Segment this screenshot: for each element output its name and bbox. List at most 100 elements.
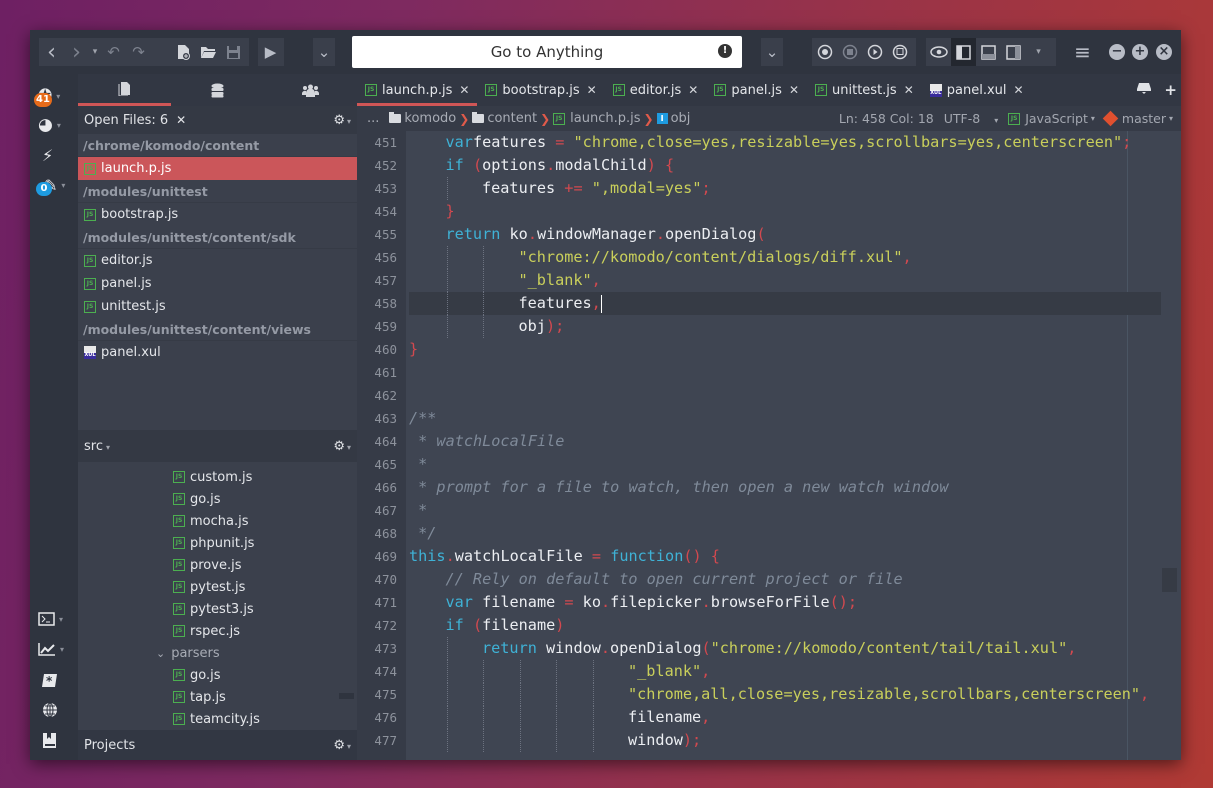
editor-tab[interactable]: JS panel.js ✕ xyxy=(706,74,807,106)
breadcrumb-ellipsis[interactable]: ... xyxy=(367,111,379,126)
save-macro-icon[interactable] xyxy=(887,38,912,66)
breadcrumb-content[interactable]: content xyxy=(472,111,537,126)
open-files-settings-button[interactable]: ⚙ ▾ xyxy=(333,113,351,128)
right-pane-toggle-icon[interactable] xyxy=(1001,38,1026,66)
js-file-icon: JS xyxy=(714,84,727,96)
breadcrumb-file[interactable]: JS launch.p.js xyxy=(553,111,641,126)
chevron-down-icon[interactable]: ⌄ xyxy=(156,647,165,660)
close-tab-icon[interactable]: ✕ xyxy=(789,83,799,97)
close-tab-icon[interactable]: ✕ xyxy=(1014,83,1024,97)
open-file-name: unittest.js xyxy=(101,299,166,314)
project-settings-button[interactable]: ⚙ ▾ xyxy=(333,439,351,454)
stop-macro-icon[interactable] xyxy=(837,38,862,66)
close-tab-icon[interactable]: ✕ xyxy=(587,83,597,97)
layout-dropdown-icon[interactable]: ▾ xyxy=(1026,38,1051,66)
close-window-icon[interactable]: × xyxy=(1156,44,1172,60)
line-number: 477 xyxy=(374,733,397,748)
tree-file[interactable]: JS custom.js xyxy=(173,466,252,488)
chevron-down-icon[interactable]: ⌄ xyxy=(313,38,335,66)
project-root-dropdown[interactable]: src ▾ xyxy=(84,439,110,454)
language-dropdown[interactable]: JS JavaScript ▾ xyxy=(1008,111,1095,126)
globe-button[interactable]: ◕ ▾ xyxy=(38,114,74,136)
projects-settings-button[interactable]: ⚙ ▾ xyxy=(333,738,351,753)
code-line: 456 "chrome://komodo/content/dialogs/diff… xyxy=(357,246,1181,269)
tree-file[interactable]: JS teamcity.js xyxy=(173,708,260,730)
chart-button[interactable]: ▾ xyxy=(38,638,74,660)
tab-database[interactable] xyxy=(171,74,264,106)
record-macro-icon[interactable] xyxy=(812,38,837,66)
save-icon[interactable] xyxy=(221,38,246,66)
code-line: 452 if (options.modalChild) { xyxy=(357,154,1181,177)
new-tab-icon[interactable]: + xyxy=(1164,81,1177,99)
editor-tab[interactable]: JS bootstrap.js ✕ xyxy=(477,74,604,106)
project-tree-scrollbar[interactable] xyxy=(339,693,354,699)
warning-icon[interactable]: ! xyxy=(718,44,732,58)
tab-actions: + xyxy=(1136,81,1177,99)
code-token: return xyxy=(445,225,501,243)
back-icon[interactable]: ‹ xyxy=(39,38,64,66)
line-text: return ko.windowManager.openDialog( xyxy=(409,223,1161,246)
code-line: 468 */ xyxy=(357,522,1181,545)
tab-collaboration[interactable] xyxy=(264,74,357,106)
tree-file[interactable]: JS prove.js xyxy=(173,554,241,576)
open-folder-icon[interactable] xyxy=(196,38,221,66)
close-tab-icon[interactable]: ✕ xyxy=(688,83,698,97)
scc-button[interactable]: ✎ 0 ▾ xyxy=(36,174,74,196)
redo-icon[interactable]: ↷ xyxy=(126,38,151,66)
maximize-icon[interactable]: + xyxy=(1132,44,1148,60)
tree-file[interactable]: JS phpunit.js xyxy=(173,532,254,554)
tree-file[interactable]: JS go.js xyxy=(173,488,221,510)
tree-file[interactable]: JS tap.js xyxy=(173,686,226,708)
code-token: features xyxy=(482,179,565,197)
new-file-icon[interactable] xyxy=(171,38,196,66)
open-file-item[interactable]: JS unittest.js xyxy=(78,295,357,318)
bottom-pane-toggle-icon[interactable] xyxy=(976,38,1001,66)
close-tab-icon[interactable]: ✕ xyxy=(904,83,914,97)
open-file-item[interactable]: JS bootstrap.js xyxy=(78,203,357,226)
tree-file[interactable]: JS go.js xyxy=(173,664,221,686)
preview-eye-icon[interactable] xyxy=(926,38,951,66)
run-icon[interactable]: ▶ xyxy=(258,38,283,66)
line-code: this.watchLocalFile = function() { xyxy=(409,545,720,568)
hamburger-menu-icon[interactable]: ≡ xyxy=(1070,38,1095,66)
breadcrumb-komodo[interactable]: komodo xyxy=(383,111,456,126)
line-number: 457 xyxy=(374,273,397,288)
left-pane-toggle-icon[interactable] xyxy=(951,38,976,66)
tree-folder[interactable]: ⌄ parsers xyxy=(156,642,220,664)
branch-dropdown[interactable]: master ▾ xyxy=(1102,110,1173,127)
open-file-item[interactable]: JS editor.js xyxy=(78,249,357,272)
open-file-item[interactable]: XUL panel.xul xyxy=(78,341,357,364)
tab-open-files[interactable] xyxy=(78,74,171,106)
editor-tab[interactable]: JS editor.js ✕ xyxy=(605,74,707,106)
code-line: 461 xyxy=(357,361,1181,384)
code-editor[interactable]: 451 varfeatures = "chrome,close=yes,resiz… xyxy=(357,131,1181,760)
history-dropdown-icon[interactable]: ▾ xyxy=(89,38,101,66)
snippet-button[interactable]: * xyxy=(38,669,74,691)
close-all-icon[interactable]: ✕ xyxy=(176,113,186,127)
goto-anything-input[interactable]: Go to Anything ! xyxy=(352,36,742,68)
tab-list-icon[interactable] xyxy=(1136,81,1152,95)
editor-tab[interactable]: JS unittest.js ✕ xyxy=(807,74,922,106)
notifications-button[interactable]: ✪ 41 ▾ xyxy=(34,85,74,107)
tree-file[interactable]: JS mocha.js xyxy=(173,510,249,532)
tree-file[interactable]: JS rspec.js xyxy=(173,620,240,642)
terminal-button[interactable]: ▾ xyxy=(38,608,74,630)
tree-file[interactable]: JS pytest.js xyxy=(173,576,245,598)
breadcrumb-symbol[interactable]: Iobj xyxy=(656,111,690,126)
open-file-item[interactable]: JS launch.p.js xyxy=(78,157,357,180)
bookmark-button[interactable] xyxy=(38,729,74,751)
web-button[interactable] xyxy=(38,699,74,721)
lightning-button[interactable]: ⚡ xyxy=(38,144,74,166)
tree-file[interactable]: JS pytest3.js xyxy=(173,598,254,620)
open-file-item[interactable]: JS panel.js xyxy=(78,272,357,295)
editor-tab[interactable]: XUL panel.xul ✕ xyxy=(922,74,1032,106)
code-token: , xyxy=(701,708,711,726)
minimize-icon[interactable]: − xyxy=(1109,44,1125,60)
forward-icon[interactable]: › xyxy=(64,38,89,66)
close-tab-icon[interactable]: ✕ xyxy=(459,83,469,97)
chevron-down-icon[interactable]: ⌄ xyxy=(761,38,783,66)
play-macro-icon[interactable] xyxy=(862,38,887,66)
undo-icon[interactable]: ↶ xyxy=(101,38,126,66)
encoding-dropdown[interactable]: UTF-8 ▾ xyxy=(944,111,998,126)
editor-tab[interactable]: JS launch.p.js ✕ xyxy=(357,74,478,106)
